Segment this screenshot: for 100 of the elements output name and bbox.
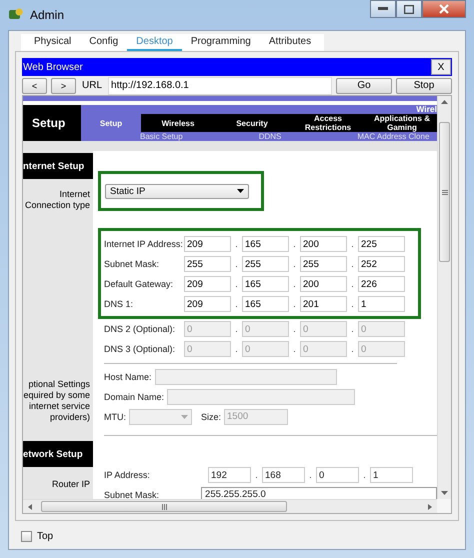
- field-label: Internet Connection type: [24, 189, 91, 211]
- octet-separator: .: [308, 470, 313, 480]
- sub-tab[interactable]: Basic Setup: [140, 132, 183, 141]
- octet-field[interactable]: 1: [370, 467, 413, 483]
- minimize-icon: [378, 7, 388, 11]
- octet-separator: .: [292, 278, 297, 290]
- octet-separator: .: [292, 258, 297, 270]
- octet-field[interactable]: 168: [262, 467, 305, 483]
- back-button[interactable]: <: [22, 78, 47, 94]
- octet-separator: .: [350, 258, 355, 270]
- octet-field[interactable]: 165: [242, 236, 289, 252]
- octet-field[interactable]: 0: [316, 467, 359, 483]
- maximize-icon: [404, 4, 414, 14]
- octet-field[interactable]: 209: [184, 276, 231, 292]
- browser-title: Web Browser: [23, 62, 83, 72]
- nav-tab[interactable]: Wireless: [141, 114, 215, 132]
- octet-field[interactable]: 209: [184, 296, 231, 312]
- right-arrow-icon[interactable]: [428, 504, 432, 510]
- connection-type-dropdown[interactable]: Static IP: [105, 184, 249, 198]
- field-label: Subnet Mask:: [104, 259, 160, 269]
- go-button[interactable]: Go: [336, 78, 392, 94]
- octet-separator: .: [292, 238, 297, 250]
- octet-separator: .: [234, 238, 239, 250]
- octet-separator: .: [350, 278, 355, 290]
- field-label: DNS 3 (Optional):: [104, 344, 176, 354]
- caret-icon: [181, 415, 188, 419]
- octet-separator: .: [234, 324, 239, 334]
- subnet-mask-dropdown[interactable]: 255.255.255.0: [201, 487, 437, 499]
- octet-separator: .: [350, 324, 355, 334]
- field-label: Size:: [201, 412, 222, 422]
- nav-corner-text: Wirel: [415, 105, 437, 114]
- octet-field[interactable]: 255: [300, 256, 347, 272]
- close-icon: [439, 4, 449, 14]
- close-button[interactable]: [422, 0, 466, 18]
- octet-field[interactable]: 201: [300, 296, 347, 312]
- octet-separator: .: [254, 470, 259, 480]
- grip-icon: [162, 504, 166, 510]
- horizontal-scrollbar[interactable]: [23, 499, 437, 513]
- octet-separator: .: [234, 298, 239, 310]
- url-label: URL: [82, 80, 102, 91]
- checkbox-label: Top: [37, 531, 54, 542]
- nav-tab[interactable]: Setup: [81, 114, 141, 132]
- caret-icon: [237, 189, 244, 193]
- field-label: Subnet Mask:: [104, 490, 160, 499]
- octet-field[interactable]: 165: [242, 296, 289, 312]
- octet-field[interactable]: 1: [358, 296, 405, 312]
- field-label: Default Gateway:: [104, 279, 174, 289]
- octet-field[interactable]: 225: [358, 236, 405, 252]
- up-arrow-icon[interactable]: [441, 100, 448, 104]
- tab[interactable]: Programming: [182, 34, 260, 51]
- url-field[interactable]: http://192.168.0.1: [108, 76, 332, 94]
- forward-button[interactable]: >: [51, 78, 76, 94]
- octet-separator: .: [234, 344, 239, 354]
- octet-field[interactable]: 255: [242, 256, 289, 272]
- octet-field[interactable]: 226: [358, 276, 405, 292]
- nav-tab[interactable]: Security: [215, 114, 289, 132]
- minimize-button[interactable]: [370, 0, 396, 18]
- page-title: Setup: [23, 105, 81, 141]
- section-label: ptional Settings equired by some internet service providers): [23, 379, 91, 423]
- octet-field[interactable]: 209: [184, 236, 231, 252]
- octet-field[interactable]: 200: [300, 276, 347, 292]
- field-label: Internet IP Address:: [104, 239, 184, 249]
- stop-button[interactable]: Stop: [396, 78, 452, 94]
- field-label: DNS 2 (Optional):: [104, 324, 176, 334]
- octet-separator: .: [292, 298, 297, 310]
- nav-tab[interactable]: Applications & Gaming: [367, 114, 437, 132]
- field-label: MTU:: [104, 412, 126, 422]
- left-arrow-icon[interactable]: [28, 504, 32, 510]
- octet-field[interactable]: 255: [184, 256, 231, 272]
- sub-tab[interactable]: DDNS: [258, 132, 282, 141]
- octet-separator: .: [362, 470, 367, 480]
- checkbox[interactable]: [21, 531, 32, 542]
- octet-separator: .: [350, 344, 355, 354]
- octet-field[interactable]: 192: [208, 467, 251, 483]
- section-heading: nternet Setup: [23, 153, 93, 179]
- sub-tab[interactable]: MAC Address Clone: [357, 132, 430, 141]
- grip-icon: [442, 190, 448, 194]
- octet-field[interactable]: 200: [300, 236, 347, 252]
- window-title: Admin: [30, 8, 64, 22]
- octet-separator: .: [292, 344, 297, 354]
- tab[interactable]: Physical: [25, 34, 80, 51]
- octet-separator: .: [350, 298, 355, 310]
- vertical-scrollbar[interactable]: [437, 96, 451, 499]
- octet-field[interactable]: 252: [358, 256, 405, 272]
- field-label: Host Name:: [104, 372, 152, 382]
- octet-separator: .: [292, 324, 297, 334]
- tab[interactable]: Config: [80, 34, 128, 51]
- host-name-field[interactable]: [154, 369, 337, 385]
- field-label: Domain Name:: [104, 392, 164, 402]
- close-button[interactable]: X: [431, 59, 451, 75]
- tab[interactable]: Attributes: [260, 34, 320, 51]
- maximize-button[interactable]: [396, 0, 422, 18]
- octet-field[interactable]: 165: [242, 276, 289, 292]
- field-label: IP Address:: [104, 470, 151, 480]
- domain-name-field[interactable]: [167, 389, 356, 405]
- octet-separator: .: [350, 238, 355, 250]
- down-arrow-icon[interactable]: [441, 491, 448, 495]
- nav-tab[interactable]: Access Restrictions: [289, 114, 367, 132]
- octet-separator: .: [234, 278, 239, 290]
- field-label: Router IP: [50, 479, 91, 490]
